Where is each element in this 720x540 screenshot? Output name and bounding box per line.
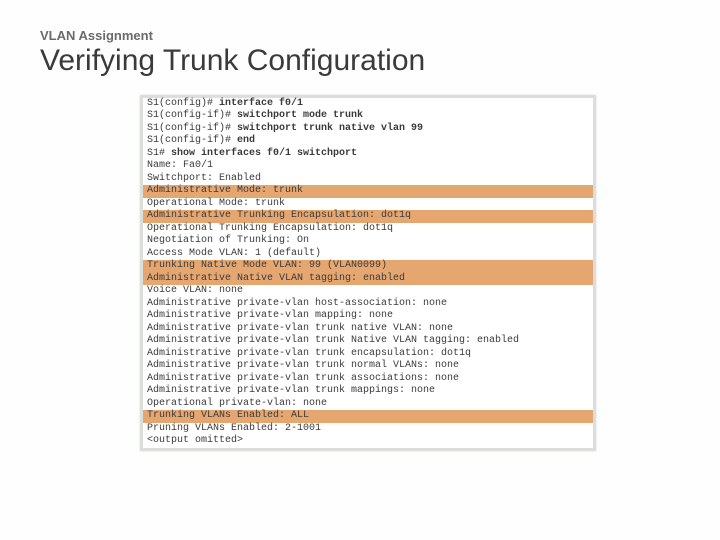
terminal-line-text: S1(config-if)# [147,135,237,146]
terminal-line-text: S1# [147,148,171,159]
terminal-line: Administrative private-vlan trunk native… [143,323,593,336]
terminal-line: Administrative private-vlan trunk mappin… [143,385,593,398]
terminal-line: Pruning VLANs Enabled: 2-1001 [143,423,593,436]
terminal-line-bold: show interfaces f0/1 switchport [171,148,357,159]
terminal-line: S1(config)# interface f0/1 [143,98,593,111]
terminal-line-bold: interface f0/1 [219,98,303,109]
terminal-line: S1(config-if)# switchport trunk native v… [143,123,593,136]
terminal-line: S1(config-if)# switchport mode trunk [143,110,593,123]
terminal-line-text: S1(config)# [147,98,219,109]
slide-title: Verifying Trunk Configuration [40,45,680,77]
terminal-line: Administrative private-vlan trunk encaps… [143,348,593,361]
terminal-line: Administrative Native VLAN tagging: enab… [143,273,593,286]
terminal-line-bold: end [237,135,255,146]
terminal-line: Administrative private-vlan host-associa… [143,298,593,311]
terminal-line: Administrative Trunking Encapsulation: d… [143,210,593,223]
slide: VLAN Assignment Verifying Trunk Configur… [0,0,720,451]
terminal-line-bold: switchport trunk native vlan 99 [237,123,423,134]
terminal-line: <output omitted> [143,435,593,448]
terminal-line: Administrative private-vlan mapping: non… [143,310,593,323]
terminal-line: Switchport: Enabled [143,173,593,186]
terminal-frame: S1(config)# interface f0/1S1(config-if)#… [140,95,596,451]
terminal-line: Administrative private-vlan trunk normal… [143,360,593,373]
terminal-line-text: S1(config-if)# [147,123,237,134]
terminal-line: Negotiation of Trunking: On [143,235,593,248]
terminal-line: Administrative Mode: trunk [143,185,593,198]
terminal-line: Administrative private-vlan trunk Native… [143,335,593,348]
terminal-line: Voice VLAN: none [143,285,593,298]
terminal-line: Trunking VLANs Enabled: ALL [143,410,593,423]
terminal-line: S1# show interfaces f0/1 switchport [143,148,593,161]
terminal-line: Access Mode VLAN: 1 (default) [143,248,593,261]
terminal-line: Trunking Native Mode VLAN: 99 (VLAN0099) [143,260,593,273]
terminal-line: Administrative private-vlan trunk associ… [143,373,593,386]
terminal-line-bold: switchport mode trunk [237,110,363,121]
slide-kicker: VLAN Assignment [40,28,680,43]
terminal-line: S1(config-if)# end [143,135,593,148]
terminal-line-text: S1(config-if)# [147,110,237,121]
terminal-output: S1(config)# interface f0/1S1(config-if)#… [143,98,593,448]
terminal-line: Operational Mode: trunk [143,198,593,211]
terminal-line: Operational private-vlan: none [143,398,593,411]
terminal-line: Name: Fa0/1 [143,160,593,173]
terminal-line: Operational Trunking Encapsulation: dot1… [143,223,593,236]
